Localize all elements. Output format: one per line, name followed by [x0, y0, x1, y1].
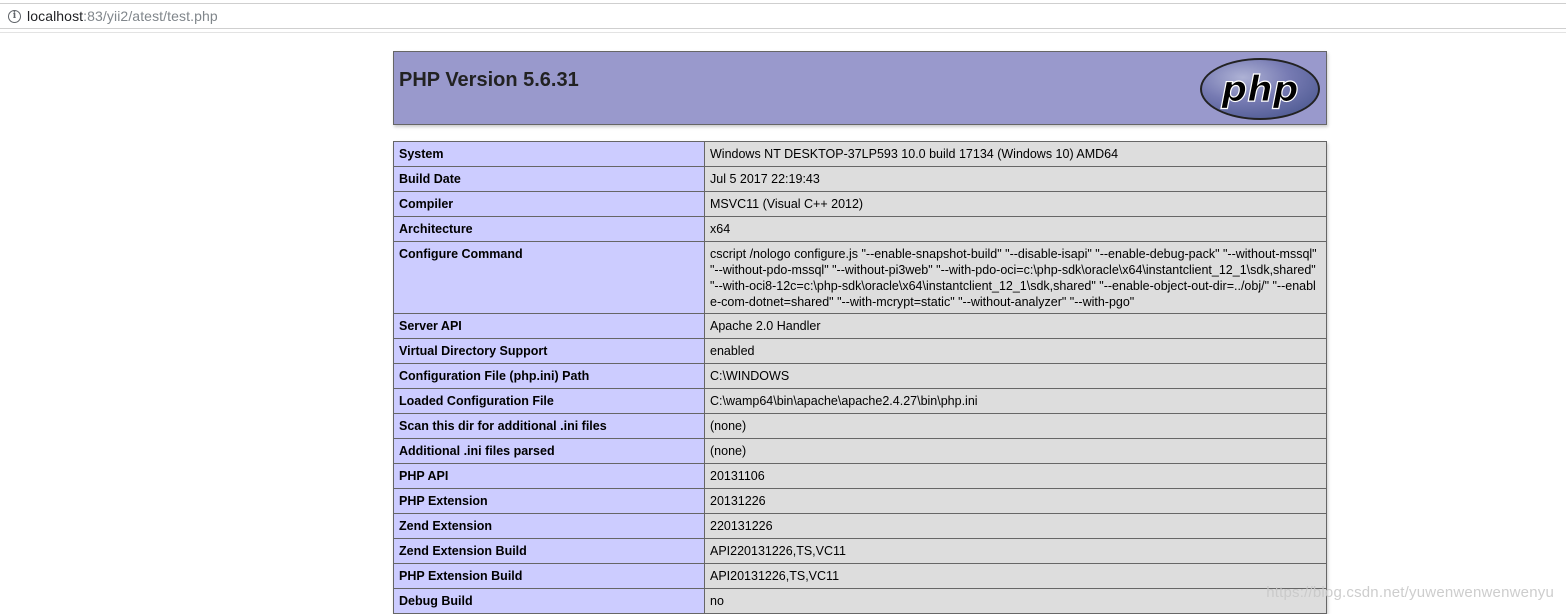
row-label: Zend Extension Build	[393, 538, 705, 564]
watermark: https://blog.csdn.net/yuwenwenwenwenyu	[1266, 584, 1554, 601]
row-value: 220131226	[704, 513, 1327, 539]
row-value: no	[704, 588, 1327, 614]
row-value: Apache 2.0 Handler	[704, 313, 1327, 339]
row-label: Build Date	[393, 166, 705, 192]
table-row: Loaded Configuration File C:\wamp64\bin\a…	[393, 388, 1327, 414]
table-row: Server API Apache 2.0 Handler	[393, 313, 1327, 339]
phpinfo-content: PHP Version 5.6.31 php System Windows NT …	[393, 51, 1327, 614]
row-label: Architecture	[393, 216, 705, 242]
row-value: 20131226	[704, 488, 1327, 514]
row-value: Jul 5 2017 22:19:43	[704, 166, 1327, 192]
url-host: localhost	[27, 8, 84, 24]
row-label: System	[393, 141, 705, 167]
row-label: PHP Extension	[393, 488, 705, 514]
row-label: Virtual Directory Support	[393, 338, 705, 364]
row-label: Debug Build	[393, 588, 705, 614]
row-value: MSVC11 (Visual C++ 2012)	[704, 191, 1327, 217]
row-label: Server API	[393, 313, 705, 339]
row-value: (none)	[704, 413, 1327, 439]
row-label: Configure Command	[393, 241, 705, 314]
table-row: Architecture x64	[393, 216, 1327, 242]
row-label: Compiler	[393, 191, 705, 217]
table-row: Additional .ini files parsed (none)	[393, 438, 1327, 464]
row-label: PHP API	[393, 463, 705, 489]
browser-address-bar[interactable]: i localhost:83/yii2/atest/test.php	[0, 0, 1566, 33]
info-icon[interactable]: i	[8, 9, 21, 23]
row-label: Scan this dir for additional .ini files	[393, 413, 705, 439]
row-label: Zend Extension	[393, 513, 705, 539]
table-row: Zend Extension 220131226	[393, 513, 1327, 539]
table-row: Compiler MSVC11 (Visual C++ 2012)	[393, 191, 1327, 217]
table-row: Build Date Jul 5 2017 22:19:43	[393, 166, 1327, 192]
row-value: Windows NT DESKTOP-37LP593 10.0 build 17…	[704, 141, 1327, 167]
table-row: PHP API 20131106	[393, 463, 1327, 489]
page-title: PHP Version 5.6.31	[399, 69, 579, 91]
row-value: API20131226,TS,VC11	[704, 563, 1327, 589]
row-value: cscript /nologo configure.js "--enable-s…	[704, 241, 1327, 314]
phpinfo-header: PHP Version 5.6.31 php	[393, 51, 1327, 125]
row-value: C:\WINDOWS	[704, 363, 1327, 389]
php-logo: php	[1200, 58, 1320, 120]
row-value: (none)	[704, 438, 1327, 464]
row-value: enabled	[704, 338, 1327, 364]
row-label: Loaded Configuration File	[393, 388, 705, 414]
info-table: System Windows NT DESKTOP-37LP593 10.0 bu…	[393, 141, 1327, 614]
table-row: Zend Extension Build API220131226,TS,VC11	[393, 538, 1327, 564]
table-row: Scan this dir for additional .ini files(…	[393, 413, 1327, 439]
table-row: Configure Command cscript /nologo configu…	[393, 241, 1327, 314]
php-logo-text: php	[1220, 69, 1298, 110]
url-path: :83/yii2/atest/test.php	[83, 8, 218, 24]
row-label: PHP Extension Build	[393, 563, 705, 589]
table-row: PHP Extension 20131226	[393, 488, 1327, 514]
row-value: x64	[704, 216, 1327, 242]
row-value: 20131106	[704, 463, 1327, 489]
row-label: Configuration File (php.ini) Path	[393, 363, 705, 389]
table-row: Debug Build no	[393, 588, 1327, 614]
row-value: C:\wamp64\bin\apache\apache2.4.27\bin\ph…	[704, 388, 1327, 414]
table-row: Configuration File (php.ini) Path C:\WIND…	[393, 363, 1327, 389]
table-row: PHP Extension Build API20131226,TS,VC11	[393, 563, 1327, 589]
row-label: Additional .ini files parsed	[393, 438, 705, 464]
url-field[interactable]: localhost:83/yii2/atest/test.php	[27, 8, 218, 24]
table-row: Virtual Directory Support enabled	[393, 338, 1327, 364]
row-value: API220131226,TS,VC11	[704, 538, 1327, 564]
table-row: System Windows NT DESKTOP-37LP593 10.0 bu…	[393, 141, 1327, 167]
